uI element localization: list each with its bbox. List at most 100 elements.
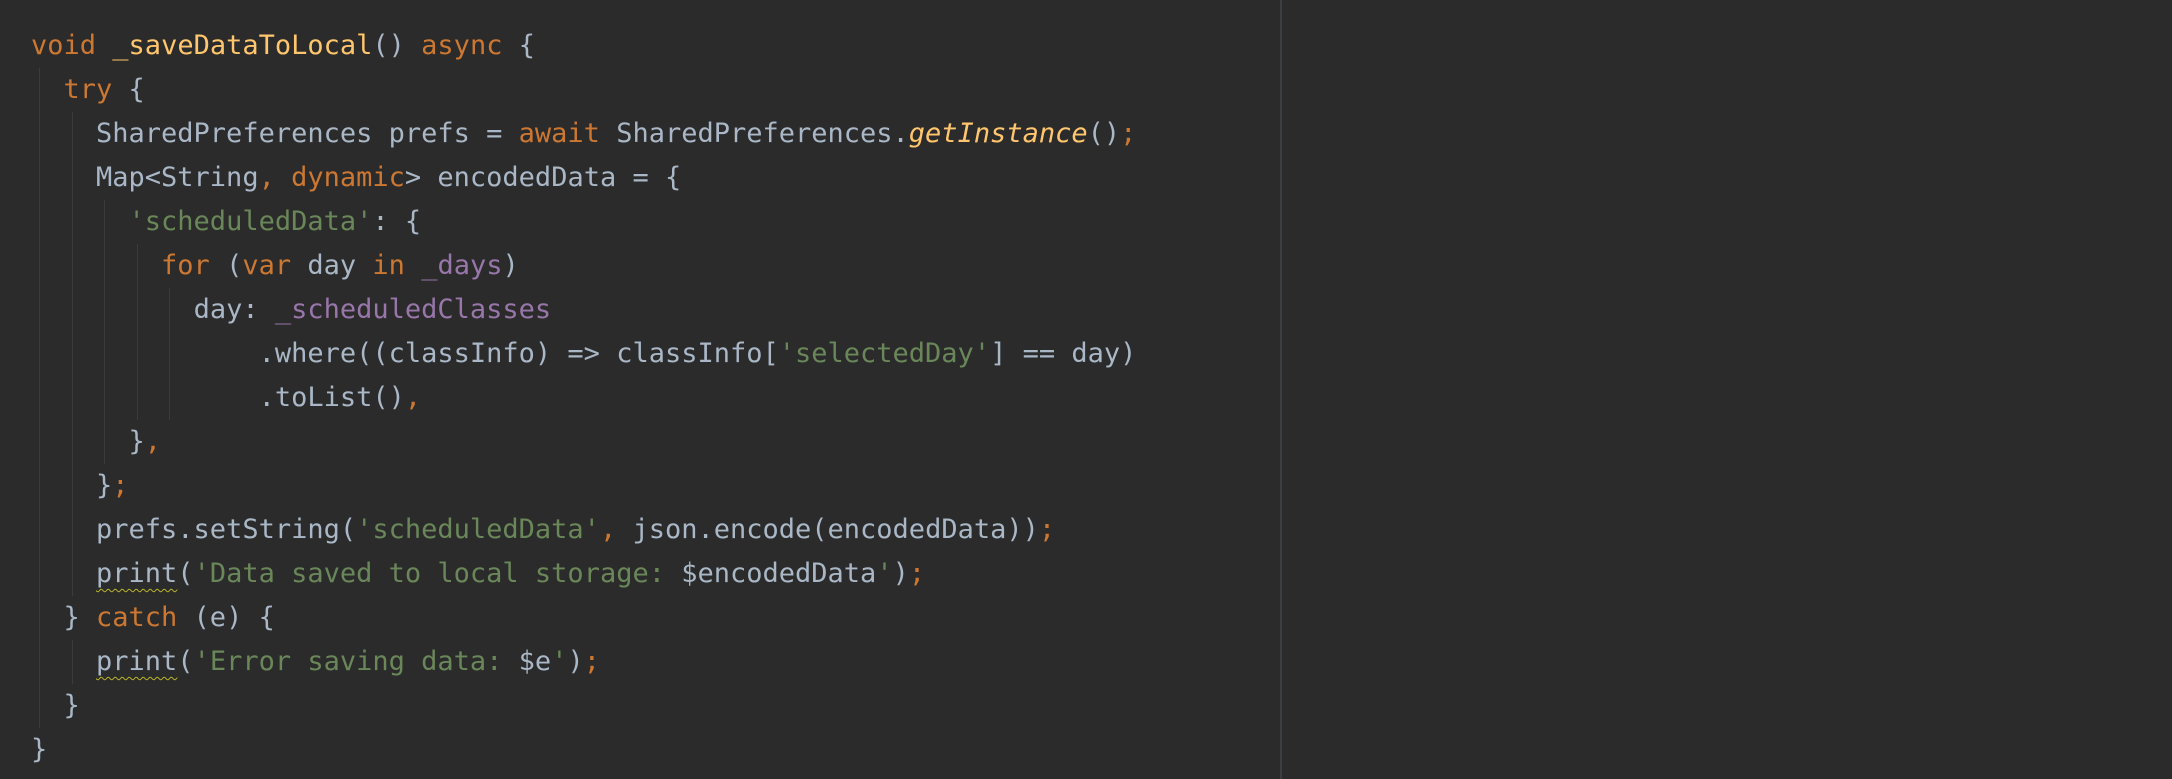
code-line[interactable]: print('Data saved to local storage: $enc… [31,552,1136,596]
indent-guide [169,376,171,420]
indent-guide [71,420,73,464]
code-editor[interactable]: void _saveDataToLocal() async {try {Shar… [0,0,2172,779]
code-string: 'Data saved to local storage: [193,558,682,589]
code-text: } [31,734,48,765]
indent-guide [169,288,171,332]
indent-guide [136,332,138,376]
code-line[interactable]: .toList(), [31,376,1136,420]
indent-guide [71,156,73,200]
code-line[interactable]: }, [31,420,1136,464]
code-text: ( [177,646,194,677]
code-keyword: , [144,426,162,457]
code-text: { [112,74,145,105]
code-string: ' [551,646,568,677]
indent-guide [104,244,106,288]
code-text: .where((classInfo) => classInfo[ [258,338,779,369]
indent-guide [39,640,41,684]
code-text: } [96,470,113,501]
code-text: } [63,602,97,633]
code-warning-call: print [96,558,178,589]
code-line[interactable]: }; [31,464,1136,508]
indent-guide [71,288,73,332]
code-keyword: ; [908,558,926,589]
code-keyword: for [161,250,210,281]
indent-guide [39,332,41,376]
code-keyword: try [63,74,113,105]
code-keyword: catch [96,602,178,633]
indent-guide [104,200,106,244]
indent-guide [71,376,73,420]
code-line[interactable]: } [31,684,1136,728]
indent-guide [39,112,41,156]
code-text: } [128,426,145,457]
code-line[interactable]: 'scheduledData': { [31,200,1136,244]
code-keyword: dynamic [291,162,405,193]
code-string: ' [876,558,893,589]
code-keyword: await [518,118,600,149]
code-line[interactable]: prefs.setString('scheduledData', json.en… [31,508,1136,552]
indent-guide [104,332,106,376]
indent-guide [39,508,41,552]
indent-guide [136,376,138,420]
indent-guide [71,508,73,552]
code-text: } [63,690,80,721]
indent-guide [71,552,73,596]
code-text: SharedPreferences prefs = [96,118,519,149]
code-text: SharedPreferences. [599,118,909,149]
code-text: ) [567,646,584,677]
indent-guide [39,464,41,508]
indent-guide [71,200,73,244]
indent-guide [39,376,41,420]
code-keyword: ; [1120,118,1137,149]
code-keyword: var [242,250,292,281]
code-line[interactable]: Map<String, dynamic> encodedData = { [31,156,1136,200]
code-method-call: getInstance [908,118,1088,149]
code-text: { [502,30,535,61]
code-text: json.encode(encodedData)) [632,514,1039,545]
indent-guide [39,684,41,728]
code-text: prefs.setString( [96,514,357,545]
code-line[interactable]: } catch (e) { [31,596,1136,640]
code-line[interactable]: print('Error saving data: $e'); [31,640,1136,684]
indent-guide [71,640,73,684]
code-text: ( [177,558,194,589]
code-text: ) [892,558,909,589]
code-line[interactable]: .where((classInfo) => classInfo['selecte… [31,332,1136,376]
code-line[interactable]: SharedPreferences prefs = await SharedPr… [31,112,1136,156]
code-line[interactable]: try { [31,68,1136,112]
code-text: Map<String [96,162,259,193]
code-text: .toList() [258,382,405,413]
indent-guide [39,200,41,244]
code-text: day: [193,294,275,325]
code-field: _scheduledClasses [274,294,552,325]
right-margin-guide [1280,0,1282,779]
code-line[interactable]: void _saveDataToLocal() async { [31,24,1136,68]
code-line[interactable]: for (var day in _days) [31,244,1136,288]
indent-guide [39,68,41,112]
code-keyword: async [421,30,503,61]
indent-guide [71,332,73,376]
code-text: () [1087,118,1121,149]
indent-guide [136,244,138,288]
code-keyword: ; [1038,514,1056,545]
code-keyword: void [31,30,97,61]
code-line[interactable]: day: _scheduledClasses [31,288,1136,332]
code-text: $e [518,646,552,677]
code-line[interactable]: } [31,728,1136,772]
code-keyword: , [599,514,633,545]
code-area[interactable]: void _saveDataToLocal() async {try {Shar… [31,24,1136,772]
code-text: day [291,250,373,281]
indent-guide [39,244,41,288]
code-string: 'scheduledData' [128,206,373,237]
indent-guide [104,376,106,420]
code-warning-call: print [96,646,178,677]
code-string: 'Error saving data: [193,646,519,677]
code-text: ) [502,250,519,281]
code-text: ( [209,250,243,281]
indent-guide [39,288,41,332]
code-text: $encodedData [681,558,877,589]
indent-guide [71,244,73,288]
indent-guide [104,288,106,332]
